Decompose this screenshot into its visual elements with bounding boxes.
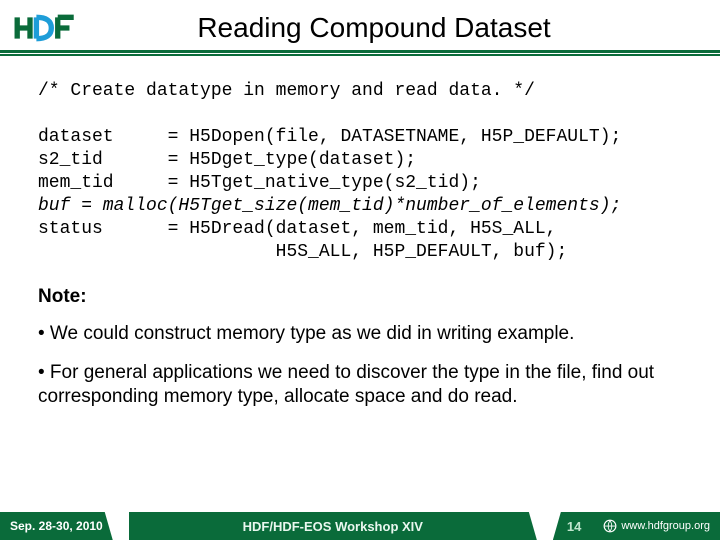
footer-venue: HDF/HDF-EOS Workshop XIV xyxy=(129,512,537,540)
note-heading: Note: xyxy=(38,286,682,308)
divider-thin xyxy=(0,54,720,56)
footer: Sep. 28-30, 2010 HDF/HDF-EOS Workshop XI… xyxy=(0,512,720,540)
slide-title: Reading Compound Dataset xyxy=(48,12,700,44)
slide-body: /* Create datatype in memory and read da… xyxy=(0,72,720,540)
header: Reading Compound Dataset xyxy=(0,0,720,50)
code-line: mem_tid = H5Tget_native_type(s2_tid); xyxy=(38,173,481,193)
footer-date: Sep. 28-30, 2010 xyxy=(0,512,113,540)
footer-page-number: 14 xyxy=(553,512,595,540)
code-block: /* Create datatype in memory and read da… xyxy=(38,80,682,264)
slide: Reading Compound Dataset /* Create datat… xyxy=(0,0,720,540)
code-line-emph: buf = malloc(H5Tget_size(mem_tid)*number… xyxy=(38,196,621,216)
footer-org: www.hdfgroup.org xyxy=(595,512,720,540)
code-line: dataset = H5Dopen(file, DATASETNAME, H5P… xyxy=(38,127,621,147)
divider-thick xyxy=(0,50,720,53)
footer-right: 14 www.hdfgroup.org xyxy=(553,512,720,540)
note-bullet: • For general applications we need to di… xyxy=(38,361,682,410)
code-line: H5S_ALL, H5P_DEFAULT, buf); xyxy=(38,242,567,262)
footer-org-text: www.hdfgroup.org xyxy=(621,520,710,532)
code-line: s2_tid = H5Dget_type(dataset); xyxy=(38,150,416,170)
note-bullet: • We could construct memory type as we d… xyxy=(38,322,682,346)
code-line: status = H5Dread(dataset, mem_tid, H5S_A… xyxy=(38,219,556,239)
code-comment: /* Create datatype in memory and read da… xyxy=(38,81,535,101)
